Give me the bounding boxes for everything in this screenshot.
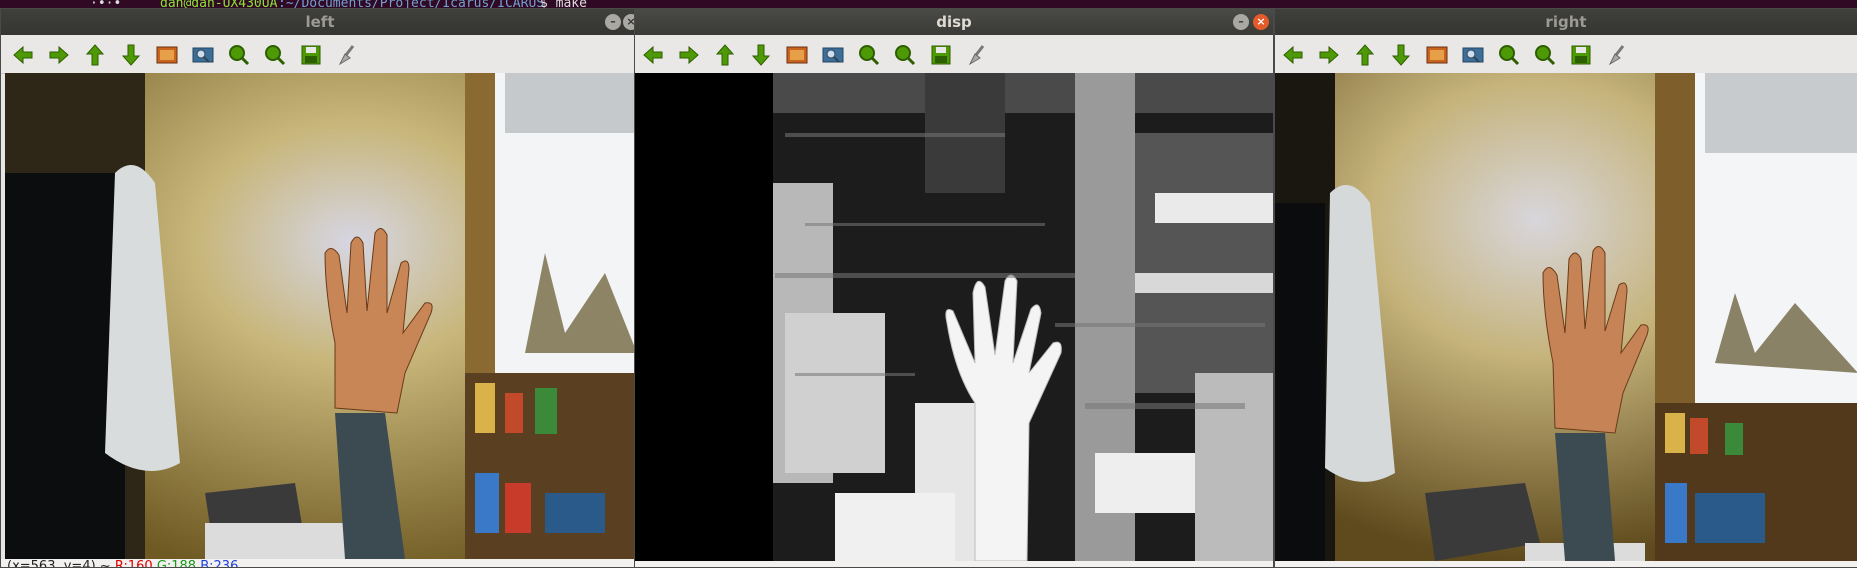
save-icon[interactable] — [929, 44, 953, 66]
image-icon[interactable] — [1425, 44, 1449, 66]
zoom-fit-icon[interactable] — [191, 44, 215, 66]
left-camera-image — [5, 73, 637, 559]
window-disp[interactable]: disp – × — [634, 8, 1274, 568]
toolbar — [635, 35, 1273, 74]
save-icon[interactable] — [1569, 44, 1593, 66]
zoom-out-icon[interactable] — [893, 44, 917, 66]
titlebar-disp[interactable]: disp – × — [635, 9, 1273, 35]
window-title: right — [1545, 13, 1587, 31]
arrow-left-icon[interactable] — [11, 44, 35, 66]
left-image-view[interactable] — [5, 73, 637, 559]
properties-brush-icon[interactable] — [1605, 44, 1629, 66]
zoom-in-icon[interactable] — [1497, 44, 1521, 66]
arrow-right-icon[interactable] — [47, 44, 71, 66]
close-button[interactable]: × — [1253, 14, 1269, 30]
minimize-button[interactable]: – — [605, 14, 621, 30]
arrow-right-icon[interactable] — [677, 44, 701, 66]
properties-brush-icon[interactable] — [965, 44, 989, 66]
right-camera-image — [1275, 73, 1857, 561]
window-left[interactable]: left – × (x=563, y=4) ~ R:160 G:188 B:23… — [0, 8, 640, 568]
toolbar — [1, 35, 639, 74]
right-image-view[interactable] — [1275, 73, 1857, 561]
zoom-fit-icon[interactable] — [821, 44, 845, 66]
window-title: left — [305, 13, 335, 31]
zoom-in-icon[interactable] — [857, 44, 881, 66]
arrow-down-icon[interactable] — [119, 44, 143, 66]
image-icon[interactable] — [785, 44, 809, 66]
minimize-button[interactable]: – — [1233, 14, 1249, 30]
window-right[interactable]: right — [1274, 8, 1857, 568]
zoom-fit-icon[interactable] — [1461, 44, 1485, 66]
arrow-up-icon[interactable] — [1353, 44, 1377, 66]
arrow-up-icon[interactable] — [83, 44, 107, 66]
arrow-left-icon[interactable] — [1281, 44, 1305, 66]
zoom-out-icon[interactable] — [263, 44, 287, 66]
zoom-out-icon[interactable] — [1533, 44, 1557, 66]
window-title: disp — [936, 13, 972, 31]
titlebar-right[interactable]: right — [1275, 9, 1857, 35]
zoom-in-icon[interactable] — [227, 44, 251, 66]
image-icon[interactable] — [155, 44, 179, 66]
toolbar — [1275, 35, 1857, 74]
arrow-down-icon[interactable] — [749, 44, 773, 66]
properties-brush-icon[interactable] — [335, 44, 359, 66]
titlebar-left[interactable]: left – × — [1, 9, 639, 35]
arrow-up-icon[interactable] — [713, 44, 737, 66]
arrow-down-icon[interactable] — [1389, 44, 1413, 66]
arrow-right-icon[interactable] — [1317, 44, 1341, 66]
disparity-image-view[interactable] — [635, 73, 1273, 561]
save-icon[interactable] — [299, 44, 323, 66]
arrow-left-icon[interactable] — [641, 44, 665, 66]
disparity-map-image — [635, 73, 1273, 561]
